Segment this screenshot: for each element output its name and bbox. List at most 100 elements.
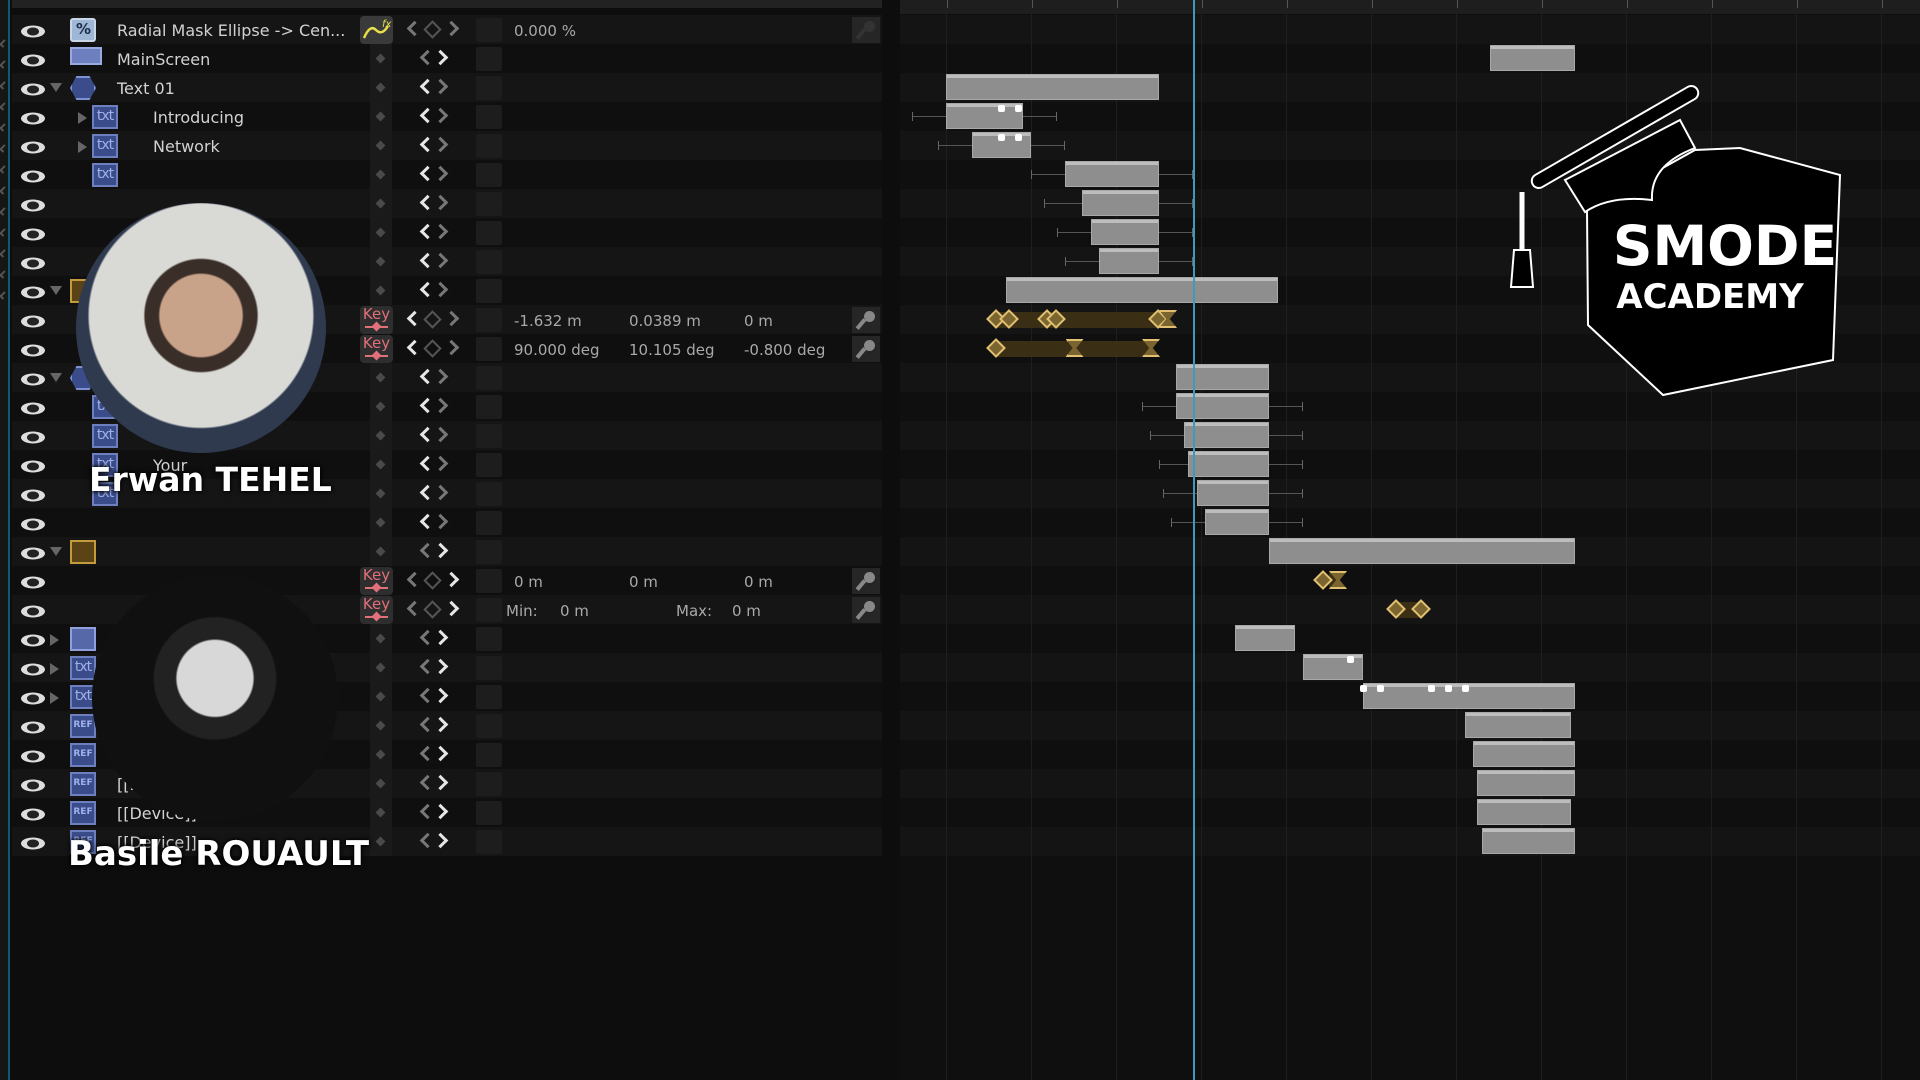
timeline-clip[interactable] xyxy=(1235,625,1295,651)
keyframe-navigation[interactable] xyxy=(404,571,464,591)
next-keyframe-icon[interactable] xyxy=(432,687,449,704)
visibility-eye-icon[interactable] xyxy=(20,371,46,386)
parameter-value[interactable]: 0.000 % xyxy=(514,22,576,40)
visibility-eye-icon[interactable] xyxy=(20,632,46,647)
timeline-clip[interactable] xyxy=(1205,509,1269,535)
visibility-eye-icon[interactable] xyxy=(20,690,46,705)
next-keyframe-icon[interactable] xyxy=(432,426,449,443)
layer-row[interactable] xyxy=(12,189,882,218)
parameter-value[interactable]: 0 m xyxy=(744,573,773,591)
timeline-clip[interactable] xyxy=(1065,161,1159,187)
visibility-eye-icon[interactable] xyxy=(20,52,46,67)
key-icon[interactable] xyxy=(852,597,880,623)
layer-row[interactable]: REF[[Device]] xyxy=(12,798,882,827)
keyframe-navigation[interactable] xyxy=(417,803,477,823)
value-slot[interactable] xyxy=(476,105,502,129)
value-slot[interactable] xyxy=(476,395,502,419)
timeline-clip[interactable] xyxy=(1269,538,1575,564)
value-slot[interactable] xyxy=(476,511,502,535)
animate-toggle[interactable] xyxy=(370,276,392,305)
previous-keyframe-icon[interactable] xyxy=(406,571,423,588)
key-icon[interactable] xyxy=(852,307,880,333)
next-keyframe-icon[interactable] xyxy=(432,281,449,298)
timeline-clip[interactable] xyxy=(1473,741,1575,767)
layer-row[interactable] xyxy=(12,508,882,537)
next-keyframe-icon[interactable] xyxy=(432,658,449,675)
next-keyframe-icon[interactable] xyxy=(443,339,460,356)
animate-toggle[interactable] xyxy=(370,682,392,711)
clip-marker[interactable] xyxy=(1015,134,1023,141)
keyframe-navigation[interactable] xyxy=(417,194,477,214)
clip-marker[interactable] xyxy=(1444,685,1452,692)
animate-toggle[interactable] xyxy=(370,363,392,392)
animate-toggle[interactable] xyxy=(370,537,392,566)
visibility-eye-icon[interactable] xyxy=(20,458,46,473)
visibility-eye-icon[interactable] xyxy=(20,284,46,299)
clip-marker[interactable] xyxy=(1427,685,1435,692)
timeline-clip[interactable] xyxy=(946,74,1159,100)
value-slot[interactable] xyxy=(476,424,502,448)
value-slot[interactable] xyxy=(476,221,502,245)
next-keyframe-icon[interactable] xyxy=(432,368,449,385)
animate-toggle[interactable] xyxy=(370,218,392,247)
value-slot[interactable] xyxy=(476,772,502,796)
keyframe-navigation[interactable] xyxy=(417,745,477,765)
keyframe-navigation[interactable] xyxy=(417,455,477,475)
animate-toggle[interactable] xyxy=(370,479,392,508)
next-keyframe-icon[interactable] xyxy=(432,745,449,762)
timeline-clip[interactable] xyxy=(1188,451,1269,477)
visibility-eye-icon[interactable] xyxy=(20,574,46,589)
visibility-eye-icon[interactable] xyxy=(20,255,46,270)
next-keyframe-icon[interactable] xyxy=(432,629,449,646)
next-keyframe-icon[interactable] xyxy=(432,107,449,124)
animate-toggle[interactable] xyxy=(370,392,392,421)
add-keyframe-icon[interactable] xyxy=(423,571,442,590)
animate-toggle[interactable] xyxy=(370,508,392,537)
animate-toggle[interactable] xyxy=(370,711,392,740)
keyframe-navigation[interactable] xyxy=(417,687,477,707)
next-keyframe-icon[interactable] xyxy=(432,49,449,66)
timeline-clip[interactable] xyxy=(1005,277,1278,303)
visibility-eye-icon[interactable] xyxy=(20,487,46,502)
keyframe-navigation[interactable] xyxy=(417,78,477,98)
value-slot[interactable] xyxy=(476,250,502,274)
visibility-eye-icon[interactable] xyxy=(20,23,46,38)
keyframe-navigation[interactable] xyxy=(417,223,477,243)
layer-row[interactable]: txt Network xyxy=(12,131,882,160)
add-keyframe-icon[interactable] xyxy=(423,310,442,329)
key-button[interactable]: Key xyxy=(360,596,393,624)
parameter-value[interactable]: 0 m xyxy=(732,602,761,620)
timeline-clip[interactable] xyxy=(1099,248,1159,274)
expand-arrow-right-icon[interactable] xyxy=(78,141,87,153)
add-keyframe-icon[interactable] xyxy=(423,20,442,39)
layer-name[interactable]: Text 01 xyxy=(117,79,175,98)
key-icon[interactable] xyxy=(852,336,880,362)
visibility-eye-icon[interactable] xyxy=(20,400,46,415)
keyframe-navigation[interactable] xyxy=(417,716,477,736)
value-slot[interactable] xyxy=(476,134,502,158)
animate-toggle[interactable] xyxy=(370,44,392,73)
animate-toggle[interactable] xyxy=(370,653,392,682)
parameter-value[interactable]: -0.800 deg xyxy=(744,341,825,359)
next-keyframe-icon[interactable] xyxy=(443,600,460,617)
next-keyframe-icon[interactable] xyxy=(432,542,449,559)
next-keyframe-icon[interactable] xyxy=(432,78,449,95)
clip-marker[interactable] xyxy=(1359,685,1367,692)
visibility-eye-icon[interactable] xyxy=(20,168,46,183)
next-keyframe-icon[interactable] xyxy=(432,455,449,472)
animate-toggle[interactable] xyxy=(370,247,392,276)
animate-toggle[interactable] xyxy=(370,798,392,827)
value-slot[interactable] xyxy=(476,453,502,477)
keyframe-navigation[interactable] xyxy=(417,513,477,533)
key-button[interactable]: Key xyxy=(360,306,393,334)
value-slot[interactable] xyxy=(476,627,502,651)
visibility-eye-icon[interactable] xyxy=(20,516,46,531)
expand-arrow-right-icon[interactable] xyxy=(50,663,59,675)
keyframe-navigation[interactable] xyxy=(417,281,477,301)
value-slot[interactable] xyxy=(476,163,502,187)
parameter-value[interactable]: 0 m xyxy=(744,312,773,330)
expand-arrow-down-icon[interactable] xyxy=(50,286,62,295)
visibility-eye-icon[interactable] xyxy=(20,719,46,734)
keyframe-navigation[interactable] xyxy=(404,339,464,359)
timeline-clip[interactable] xyxy=(1477,799,1571,825)
